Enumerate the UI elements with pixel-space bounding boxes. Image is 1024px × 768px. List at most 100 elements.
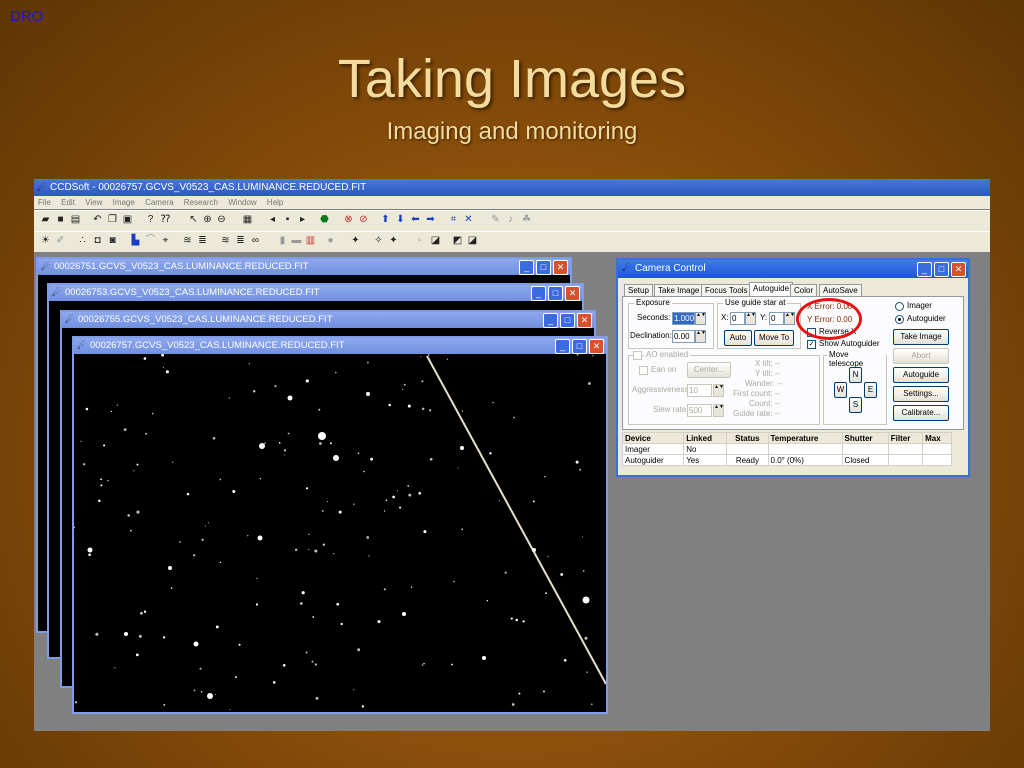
minimize-icon[interactable]: _ [917, 262, 932, 277]
loop-icon[interactable]: ∞ [250, 235, 261, 246]
zoom-out-icon[interactable]: ⊖ [216, 214, 227, 225]
help-icon[interactable]: ? [145, 214, 156, 225]
star-b-icon[interactable]: ✧ [373, 235, 384, 246]
close-icon[interactable]: ✕ [565, 286, 580, 301]
menu-view[interactable]: View [85, 198, 102, 207]
take-image-button[interactable]: Take Image [893, 329, 949, 345]
gray-a-icon[interactable]: ▮ [277, 235, 288, 246]
image-window-4[interactable]: ☄ 00026757.GCVS_V0523_CAS.LUMINANCE.REDUC… [72, 336, 608, 714]
field-a-icon[interactable]: ▫ [414, 235, 425, 246]
histogram-icon[interactable]: ▙ [130, 235, 141, 246]
star-c-icon[interactable]: ✦ [388, 235, 399, 246]
minimize-icon[interactable]: _ [531, 286, 546, 301]
move-north-button[interactable]: N [849, 367, 862, 383]
star-a-icon[interactable]: ✦ [350, 235, 361, 246]
autoguide-button[interactable]: Autoguide [893, 367, 949, 383]
open-icon[interactable]: ▰ [40, 214, 51, 225]
grid-icon[interactable]: ▦ [242, 214, 253, 225]
field-c-icon[interactable]: ◩ [452, 235, 463, 246]
aggressiveness-input[interactable]: 10 [687, 384, 712, 397]
app-titlebar[interactable]: ☄ CCDSoft - 00026757.GCVS_V0523_CAS.LUMIN… [34, 179, 990, 196]
stop-icon[interactable]: ▪ [282, 214, 293, 225]
arrow-down-icon[interactable]: ⬇ [395, 214, 406, 225]
slew-rate-input[interactable]: 500 [687, 404, 712, 417]
table-row[interactable]: Imager No [621, 443, 952, 455]
tab-autoguide[interactable]: Autoguide [749, 282, 794, 297]
ean-on-checkbox[interactable] [639, 366, 648, 375]
close-icon[interactable]: ✕ [589, 339, 604, 354]
ao-enabled-checkbox[interactable] [633, 351, 642, 360]
minimize-icon[interactable]: _ [555, 339, 570, 354]
maximize-icon[interactable]: □ [934, 262, 949, 277]
image-window-4-titlebar[interactable]: ☄ 00026757.GCVS_V0523_CAS.LUMINANCE.REDUC… [74, 338, 606, 354]
y-input[interactable]: 0 [769, 312, 784, 325]
menu-camera[interactable]: Camera [145, 198, 173, 207]
shrink-icon[interactable]: ✕ [463, 214, 474, 225]
gray-b-icon[interactable]: ▬ [291, 235, 302, 246]
maximize-icon[interactable]: □ [560, 313, 575, 328]
close-icon[interactable]: ✕ [553, 260, 568, 275]
move-south-button[interactable]: S [849, 397, 862, 413]
image-window-1-titlebar[interactable]: ☄ 00026751.GCVS_V0523_CAS.LUMINANCE.REDUC… [38, 259, 570, 275]
settings-button[interactable]: Settings... [893, 386, 949, 402]
close-icon[interactable]: ✕ [951, 262, 966, 277]
maximize-icon[interactable]: □ [536, 260, 551, 275]
menu-file[interactable]: File [38, 198, 51, 207]
star-field-image[interactable] [74, 354, 606, 712]
measure-icon[interactable]: ⌖ [160, 235, 171, 246]
print-icon[interactable]: ▤ [70, 214, 81, 225]
seconds-input[interactable]: 1.000 [672, 312, 695, 325]
close-icon[interactable]: ✕ [577, 313, 592, 328]
prev-icon[interactable]: ◂ [267, 214, 278, 225]
save-icon[interactable]: ■ [55, 214, 66, 225]
tool-b-icon[interactable]: ☘ [521, 214, 532, 225]
next-icon[interactable]: ▸ [297, 214, 308, 225]
imager-radio[interactable] [895, 302, 904, 311]
declination-input[interactable]: 0.00 [672, 330, 695, 343]
context-help-icon[interactable]: ⁇ [160, 214, 171, 225]
abort-button[interactable]: Abort [893, 348, 949, 364]
sound-icon[interactable]: ♪ [505, 214, 516, 225]
menu-image[interactable]: Image [113, 198, 135, 207]
stack-a-icon[interactable]: ≋ [182, 235, 193, 246]
move-west-button[interactable]: W [834, 382, 847, 398]
undo-icon[interactable]: ↶ [92, 214, 103, 225]
menu-edit[interactable]: Edit [61, 198, 75, 207]
arrow-up-icon[interactable]: ⬆ [380, 214, 391, 225]
frame-b-icon[interactable]: ◙ [107, 235, 118, 246]
maximize-icon[interactable]: □ [572, 339, 587, 354]
paste-icon[interactable]: ▣ [122, 214, 133, 225]
pointer-icon[interactable]: ↖ [188, 214, 199, 225]
filter-icon[interactable]: ⬣ [319, 214, 330, 225]
link-icon[interactable]: ⊗ [343, 214, 354, 225]
menu-window[interactable]: Window [228, 198, 256, 207]
slew-rate-spinner[interactable]: ▲▼ [713, 404, 724, 417]
autoguider-radio[interactable] [895, 315, 904, 324]
field-b-icon[interactable]: ◪ [430, 235, 441, 246]
brightness-icon[interactable]: ☀ [40, 235, 51, 246]
field-d-icon[interactable]: ◪ [467, 235, 478, 246]
table-row[interactable]: Autoguider Yes Ready 0.0° (0%) Closed [621, 454, 952, 466]
color-bars-icon[interactable]: ▥ [305, 235, 316, 246]
circle-icon[interactable]: ● [325, 235, 336, 246]
y-spinner[interactable]: ▲▼ [784, 312, 795, 325]
dots-icon[interactable]: ∴ [77, 235, 88, 246]
show-autoguider-checkbox[interactable]: ✓ [807, 340, 816, 349]
center-button[interactable]: Center... [687, 362, 731, 378]
x-input[interactable]: 0 [730, 312, 745, 325]
camera-control-titlebar[interactable]: ☄ Camera Control _ □ ✕ [618, 260, 968, 278]
x-spinner[interactable]: ▲▼ [745, 312, 756, 325]
expand-icon[interactable]: ⌗ [448, 214, 459, 225]
calibrate-button[interactable]: Calibrate... [893, 405, 949, 421]
arrow-left-icon[interactable]: ⬅ [410, 214, 421, 225]
menu-research[interactable]: Research [184, 198, 218, 207]
declination-spinner[interactable]: ▲▼ [695, 330, 706, 343]
image-window-3-titlebar[interactable]: ☄ 00026755.GCVS_V0523_CAS.LUMINANCE.REDUC… [62, 312, 594, 328]
curve-icon[interactable]: ⌒ [145, 235, 156, 246]
seconds-spinner[interactable]: ▲▼ [695, 312, 706, 325]
minimize-icon[interactable]: _ [543, 313, 558, 328]
arrow-right-icon[interactable]: ➡ [425, 214, 436, 225]
aggressiveness-spinner[interactable]: ▲▼ [713, 384, 724, 397]
stack-b-icon[interactable]: ≣ [197, 235, 208, 246]
script-icon[interactable]: ✐ [55, 235, 66, 246]
